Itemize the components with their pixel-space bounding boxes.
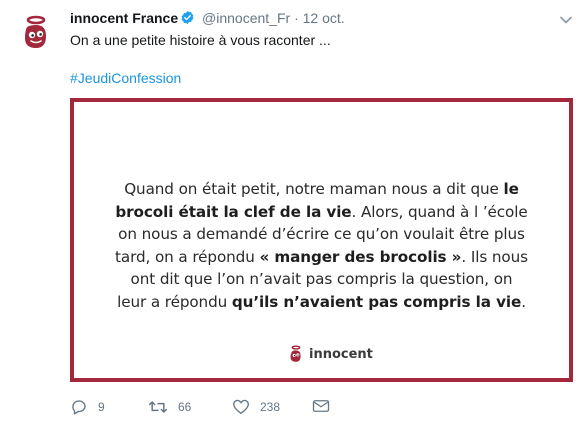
card-text-segment: . [521, 292, 526, 311]
retweet-icon [148, 401, 168, 413]
direct-message-button[interactable] [312, 398, 330, 414]
card-text-bold-segment: brocoli était la clef de la vie [115, 202, 352, 221]
retweet-count: 66 [178, 400, 192, 414]
reply-count: 9 [98, 400, 105, 414]
author-name[interactable]: innocent France [70, 10, 178, 26]
card-text-bold-segment: le [503, 180, 519, 198]
tweet-header: innocent France @innocent_Fr · 12 oct. [70, 9, 345, 29]
verified-badge-icon [180, 10, 195, 29]
card-text-segment: tard, on a répondu [115, 247, 260, 266]
reply-icon [72, 400, 86, 415]
like-button[interactable]: 238 [232, 398, 280, 415]
card-text-bold-segment: qu’ils n’avaient pas compris la vie [231, 292, 522, 311]
tweet-text: On a une petite histoire à vous raconter… [70, 32, 331, 48]
card-text-segment: . Ils nous [461, 247, 528, 266]
innocent-logo-icon [25, 15, 46, 48]
card-brand-name: innocent [309, 346, 373, 362]
direct-message-icon [312, 400, 330, 412]
like-icon [233, 399, 249, 414]
innocent-logo-icon [290, 345, 301, 362]
author-handle[interactable]: @innocent_Fr [202, 10, 290, 26]
like-count: 238 [260, 399, 281, 414]
separator-dot: · [294, 10, 299, 26]
card-text-segment: leur a répondu [117, 292, 232, 311]
tweet-date[interactable]: 12 oct. [303, 10, 345, 26]
card-text-bold-segment: « manger des brocolis » [259, 247, 462, 266]
reply-button[interactable]: 9 [70, 398, 105, 416]
card-brand-logo: innocent [285, 343, 373, 365]
card-text-segment: . Alors, quand à l ’école [351, 202, 528, 221]
retweet-button[interactable]: 66 [148, 398, 191, 416]
tweet-image-card[interactable]: Quand on était petit, notre maman nous a… [70, 98, 573, 382]
card-text-segment: ont dit que l’on n’avait pas compris la … [130, 270, 513, 288]
chevron-down-icon[interactable] [560, 11, 572, 29]
card-story-text: Quand on était petit, notre maman nous a… [74, 178, 569, 313]
card-text-segment: on nous a demandé d’écrire ce qu’on voul… [118, 225, 525, 243]
hashtag-link[interactable]: #JeudiConfession [70, 69, 181, 87]
avatar[interactable] [12, 8, 60, 56]
card-text-segment: Quand on était petit, notre maman nous a… [124, 180, 504, 198]
